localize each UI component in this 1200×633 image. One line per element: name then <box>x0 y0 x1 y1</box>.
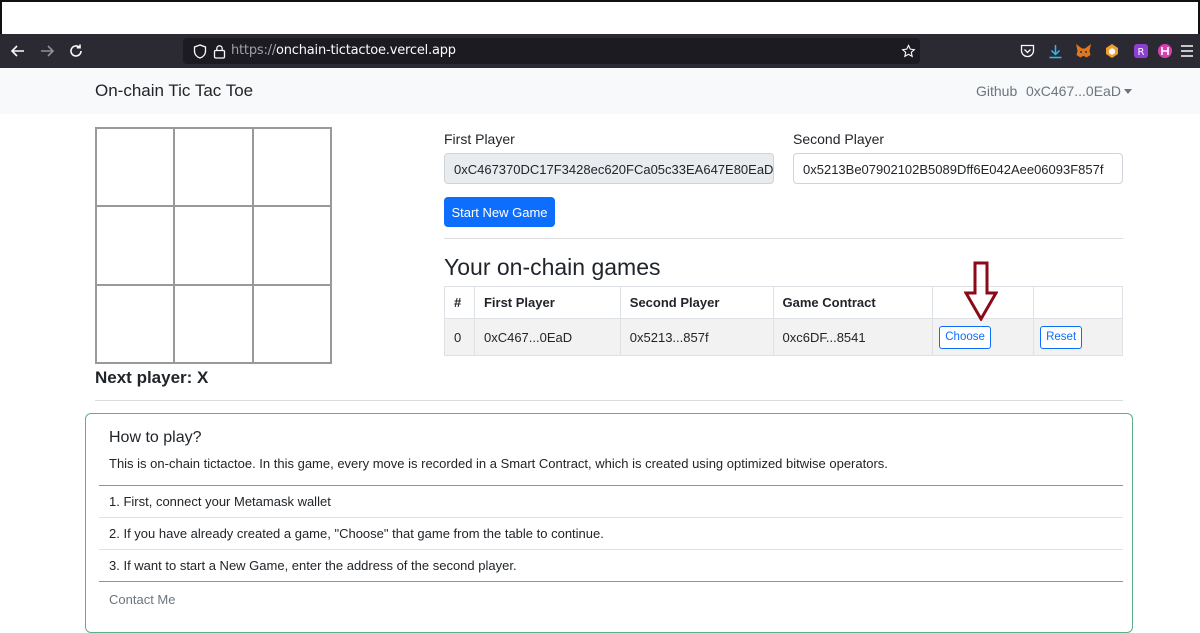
top-strip <box>0 0 1200 34</box>
board-cell[interactable] <box>96 206 175 285</box>
divider <box>444 238 1123 239</box>
column-header: # <box>444 286 475 319</box>
divider <box>95 400 1123 401</box>
account-dropdown[interactable]: 0xC467...0EaD <box>1026 83 1132 99</box>
table-row: 0 0xC467...0EaD 0x5213...857f 0xc6DF...8… <box>444 318 1123 356</box>
game-second-player: 0x5213...857f <box>619 318 774 356</box>
start-new-game-button[interactable]: Start New Game <box>444 197 555 227</box>
caret-down-icon <box>1123 89 1132 94</box>
lock-icon[interactable] <box>210 42 228 60</box>
game-contract: 0xc6DF...8541 <box>772 318 934 356</box>
metamask-fox-icon[interactable] <box>1074 42 1092 60</box>
how-to-play-description: This is on-chain tictactoe. In this game… <box>109 456 888 471</box>
extension-pink-icon[interactable] <box>1156 42 1174 60</box>
column-header: Game Contract <box>772 286 934 319</box>
url-text: https://onchain-tictactoe.vercel.app <box>231 43 456 58</box>
extension-purple-icon[interactable]: R <box>1132 42 1150 60</box>
list-item: 3. If want to start a New Game, enter th… <box>99 549 1123 581</box>
account-address: 0xC467...0EaD <box>1026 83 1121 99</box>
board-cell[interactable] <box>96 284 175 363</box>
how-to-play-card: How to play? This is on-chain tictactoe.… <box>85 413 1133 633</box>
next-player-status: Next player: X <box>95 368 209 387</box>
address-bar[interactable]: https://onchain-tictactoe.vercel.app <box>183 38 920 64</box>
board-cell[interactable] <box>174 206 253 285</box>
column-header: First Player <box>473 286 621 319</box>
first-player-field: 0xC467370DC17F3428ec620FCa05c33EA647E80E… <box>444 153 774 184</box>
svg-text:R: R <box>1138 47 1145 58</box>
second-player-field[interactable]: 0x5213Be07902102B5089Dff6E042Aee06093F85… <box>793 153 1123 184</box>
board-cell[interactable] <box>174 284 253 363</box>
contact-me-link[interactable]: Contact Me <box>99 581 1123 617</box>
downloads-icon[interactable] <box>1046 42 1064 60</box>
reload-icon[interactable] <box>62 37 90 65</box>
pocket-icon[interactable] <box>1018 42 1036 60</box>
bookmark-star-icon[interactable] <box>899 42 917 60</box>
games-table: # First Player Second Player Game Contra… <box>444 286 1123 356</box>
board-cell[interactable] <box>96 128 175 207</box>
first-player-label: First Player <box>444 131 515 147</box>
forward-arrow-icon[interactable] <box>33 37 61 65</box>
game-first-player: 0xC467...0EaD <box>473 318 621 356</box>
brand-title[interactable]: On-chain Tic Tac Toe <box>95 81 253 101</box>
menu-icon[interactable] <box>1178 42 1196 60</box>
annotation-down-arrow-icon <box>964 261 998 321</box>
choose-button[interactable]: Choose <box>939 325 991 349</box>
github-link[interactable]: Github <box>976 83 1017 99</box>
browser-toolbar: https://onchain-tictactoe.vercel.app R <box>0 34 1200 68</box>
board-cell[interactable] <box>174 128 253 207</box>
app-navbar: On-chain Tic Tac Toe Github 0xC467...0Ea… <box>0 68 1200 114</box>
reset-cell: Reset <box>1033 318 1123 356</box>
game-index: 0 <box>444 318 475 356</box>
table-header-row: # First Player Second Player Game Contra… <box>444 286 1123 319</box>
column-header: Second Player <box>619 286 774 319</box>
second-player-label: Second Player <box>793 131 885 147</box>
extension-orange-icon[interactable] <box>1103 42 1121 60</box>
shield-icon[interactable] <box>191 42 209 60</box>
list-item: 2. If you have already created a game, "… <box>99 517 1123 549</box>
choose-cell: Choose <box>932 318 1035 356</box>
games-title: Your on-chain games <box>444 254 661 280</box>
list-item: 1. First, connect your Metamask wallet <box>99 485 1123 517</box>
board-cell[interactable] <box>252 128 331 207</box>
board-cell[interactable] <box>252 206 331 285</box>
back-arrow-icon[interactable] <box>4 37 32 65</box>
tictactoe-board <box>95 127 332 364</box>
column-header <box>1033 286 1123 319</box>
board-cell[interactable] <box>252 284 331 363</box>
reset-button[interactable]: Reset <box>1040 325 1083 349</box>
how-to-play-title: How to play? <box>109 429 202 446</box>
